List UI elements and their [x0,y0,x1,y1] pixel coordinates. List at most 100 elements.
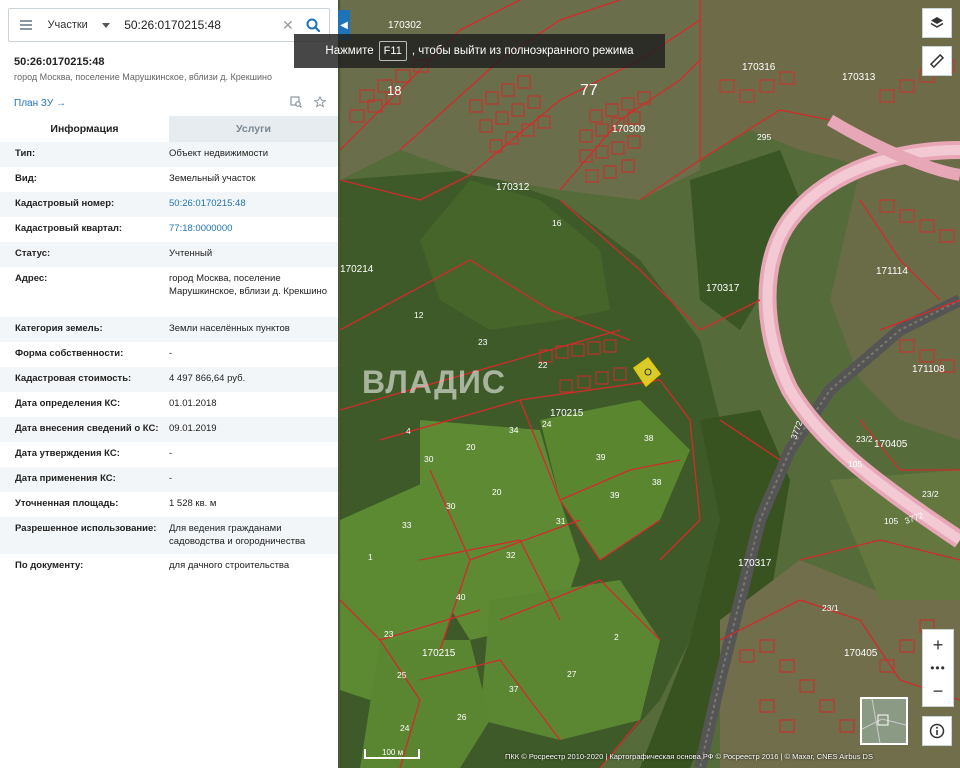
minimap-image [861,698,907,744]
info-value: Земельный участок [169,173,256,184]
info-row: Категория земель: Земли населённых пункто… [0,317,338,342]
object-title: 50:26:0170215:48 [14,56,105,68]
info-row: Кадастровая стоимость: 4 497 866,64 руб. [0,367,338,392]
cadastral-quarter-link[interactable]: 77:18:0000000 [169,217,330,242]
fullscreen-hint: Нажмите F11 , чтобы выйти из полноэкранн… [294,34,665,68]
info-row: Кадастровый номер: 50:26:0170215:48 [0,192,338,217]
layers-icon [930,17,944,28]
parcel-label: 23 [478,337,488,347]
parcel-label: 18 [387,83,401,98]
search-input[interactable] [122,10,280,40]
scale-label: 100 м [382,748,404,757]
quarter-label: 170215 [422,648,456,659]
info-value: Объект недвижимости [169,148,269,159]
parcel-label: 23/2 [856,434,873,444]
info-row: Статус: Учтенный [0,242,338,267]
info-label: Кадастровая стоимость: [15,373,132,384]
info-row: Кадастровый квартал: 77:18:0000000 [0,217,338,242]
parcel-label: 33 [402,520,412,530]
quarter-label: 170312 [496,182,530,193]
quarter-label: 170317 [706,283,740,294]
info-label: Кадастровый номер: [15,198,115,209]
info-label: Форма собственности: [15,348,124,359]
star-icon[interactable] [313,95,327,111]
info-value: 1 528 кв. м [169,498,217,509]
tab-services[interactable]: Услуги [169,116,338,142]
info-value: 01.01.2018 [169,398,217,409]
quarter-label: 170405 [874,439,908,450]
info-row: Дата утверждения КС: - [0,442,338,467]
parcel-label: 20 [466,442,476,452]
hint-text-after: , чтобы выйти из полноэкранного режима [411,45,634,57]
parcel-label: 105 [884,516,898,526]
parcel-label: 24 [400,723,410,733]
minimap[interactable] [860,697,908,745]
info-table: Тип: Объект недвижимости Вид: Земельный уч… [0,142,338,579]
parcel-label: 37 [509,684,519,694]
parcel-label: 30 [446,501,456,511]
info-icon [929,723,945,739]
layer-select[interactable]: Участки [43,9,122,41]
quarter-label: 171108 [912,364,945,375]
zoom-more-button[interactable]: ••• [923,660,953,676]
locate-icon[interactable] [290,96,302,111]
parcel-label: 40 [456,592,466,602]
watermark: ВЛАДИС [362,364,506,400]
quarter-label: 170405 [844,648,878,659]
hint-key: F11 [378,41,407,61]
quarter-label: 170316 [742,62,776,73]
parcel-label: 39 [610,490,620,500]
clear-icon[interactable]: ✕ [279,17,296,34]
info-value: Для ведения гражданами садоводства и ого… [169,523,306,547]
info-value: город Москва, поселение Марушкинское, вб… [169,273,328,297]
hamburger-icon [20,24,33,26]
quarter-label: 170313 [842,72,876,83]
info-label: Вид: [15,173,37,184]
info-row: Дата применения КС: - [0,467,338,492]
parcel-label: 24 [542,419,552,429]
info-row: Тип: Объект недвижимости [0,142,338,167]
parcel-label: 22 [538,360,548,370]
cadastral-number-link[interactable]: 50:26:0170215:48 [169,192,330,217]
zoom-controls: + ••• − [922,629,954,707]
info-row: Адрес: город Москва, поселение Марушкинск… [0,267,338,317]
info-row: По документу: для дачного строительства [0,554,338,579]
info-value: - [169,348,173,359]
parcel-label: 16 [552,218,562,228]
zoom-in-button[interactable]: + [923,630,953,660]
sidebar: Участки ✕ 50:26:0170215:48 город Москва,… [0,0,338,768]
ruler-icon [929,53,945,69]
info-label: Дата утверждения КС: [15,448,120,459]
tab-information[interactable]: Информация [0,116,169,142]
info-button[interactable] [922,716,952,746]
info-row: Дата внесения сведений о КС: 09.01.2019 [0,417,338,442]
parcel-label: 1 [368,552,373,562]
zoom-out-button[interactable]: − [923,676,953,706]
plan-actions [290,95,327,111]
info-value: для дачного строительства [169,560,290,571]
info-value: - [169,448,173,459]
info-label: Статус: [15,248,51,259]
parcel-label: 12 [414,310,424,320]
parcel-label: 26 [457,712,467,722]
tab-bar: Информация Услуги [0,116,338,142]
info-value: 09.01.2019 [169,423,217,434]
quarter-label: 170317 [738,558,772,569]
attribution: ПКК © Росреестр 2010-2020 | Картографиче… [505,752,873,761]
parcel-label: 31 [556,516,566,526]
info-label: По документу: [15,560,84,571]
search-icon [306,18,320,32]
plan-link[interactable]: План ЗУ → [14,98,66,109]
parcel-label: 39 [596,452,606,462]
info-label: Уточненная площадь: [15,498,119,509]
parcel-label: 2 [614,632,619,642]
info-row: Форма собственности: - [0,342,338,367]
info-row: Уточненная площадь: 1 528 кв. м [0,492,338,517]
info-label: Разрешенное использование: [15,523,157,534]
menu-button[interactable] [9,9,43,41]
parcel-label: 295 [757,132,771,142]
layers-button[interactable] [922,8,952,38]
parcel-label: 105 [848,459,862,469]
info-label: Дата определения КС: [15,398,121,409]
measure-button[interactable] [922,46,952,76]
